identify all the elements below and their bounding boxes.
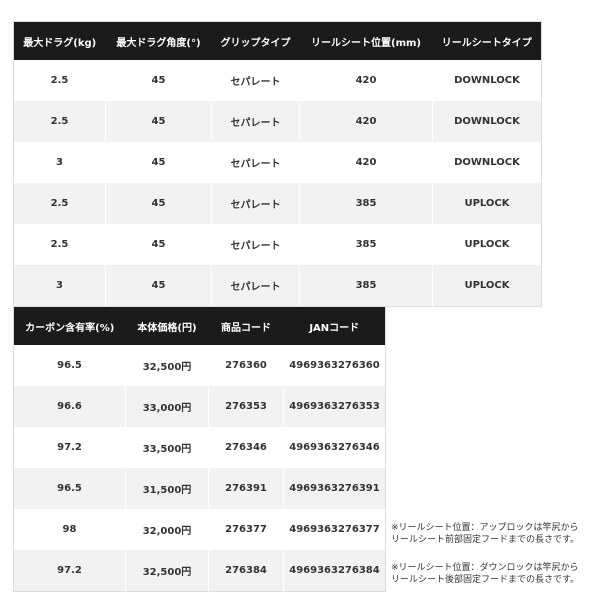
table-row: 2.5 45 セパレート 385 UPLOCK	[13, 183, 542, 224]
cell-reel-seat-type: DOWNLOCK	[432, 101, 542, 142]
cell-carbon-content: 98	[13, 509, 126, 550]
cell-max-drag-angle: 45	[105, 60, 212, 101]
cell-reel-seat-type: UPLOCK	[432, 265, 542, 307]
table-row: 96.5 32,500円 276360 4969363276360	[13, 345, 386, 386]
cell-max-drag-angle: 45	[105, 224, 212, 265]
table-row: 2.5 45 セパレート 420 DOWNLOCK	[13, 101, 542, 142]
cell-price: 32,500円	[125, 550, 209, 592]
cell-carbon-content: 96.5	[13, 468, 126, 509]
cell-reel-seat-type: UPLOCK	[432, 224, 542, 265]
cell-product-code: 276353	[208, 386, 284, 427]
table-row: 96.5 31,500円 276391 4969363276391	[13, 468, 386, 509]
cell-max-drag: 2.5	[13, 224, 106, 265]
cell-carbon-content: 96.6	[13, 386, 126, 427]
table-row: 97.2 33,500円 276346 4969363276346	[13, 427, 386, 468]
table-header-row: カーボン含有率(%) 本体価格(円) 商品コード JANコード	[13, 306, 386, 345]
header-max-drag: 最大ドラグ(kg)	[13, 21, 106, 60]
cell-product-code: 276377	[208, 509, 284, 550]
cell-product-code: 276346	[208, 427, 284, 468]
table-header-row: 最大ドラグ(kg) 最大ドラグ角度(°) グリップタイプ リールシート位置(mm…	[13, 21, 542, 60]
spec-table-price-codes: カーボン含有率(%) 本体価格(円) 商品コード JANコード 96.5 32,…	[13, 306, 386, 592]
cell-reel-seat-position: 385	[299, 265, 433, 307]
cell-grip-type: セパレート	[211, 224, 300, 265]
cell-grip-type: セパレート	[211, 265, 300, 307]
cell-max-drag: 3	[13, 142, 106, 183]
cell-price: 32,000円	[125, 509, 209, 550]
note-line: リールシート後部固定フードまでの長さです。	[391, 575, 580, 585]
cell-price: 33,000円	[125, 386, 209, 427]
cell-grip-type: セパレート	[211, 142, 300, 183]
spec-table-drag-reelseat: 最大ドラグ(kg) 最大ドラグ角度(°) グリップタイプ リールシート位置(mm…	[13, 21, 542, 307]
cell-reel-seat-position: 420	[299, 101, 433, 142]
note-line: ※リールシート位置：ダウンロックは竿尻から	[391, 563, 579, 573]
note-downlock-position: ※リールシート位置：ダウンロックは竿尻から リールシート後部固定フードまでの長さ…	[391, 562, 599, 586]
header-reel-seat-position: リールシート位置(mm)	[299, 21, 433, 60]
cell-grip-type: セパレート	[211, 101, 300, 142]
cell-max-drag-angle: 45	[105, 265, 212, 307]
cell-product-code: 276360	[208, 345, 284, 386]
cell-max-drag-angle: 45	[105, 183, 212, 224]
note-uplock-position: ※リールシート位置：アップロックは竿尻から リールシート前部固定フードまでの長さ…	[391, 522, 599, 546]
cell-reel-seat-position: 420	[299, 60, 433, 101]
header-carbon-content: カーボン含有率(%)	[13, 306, 126, 345]
table-row: 3 45 セパレート 420 DOWNLOCK	[13, 142, 542, 183]
table-row: 2.5 45 セパレート 385 UPLOCK	[13, 224, 542, 265]
table-row: 2.5 45 セパレート 420 DOWNLOCK	[13, 60, 542, 101]
cell-reel-seat-position: 420	[299, 142, 433, 183]
note-line: ※リールシート位置：アップロックは竿尻から	[391, 523, 579, 533]
cell-price: 32,500円	[125, 345, 209, 386]
cell-max-drag-angle: 45	[105, 142, 212, 183]
cell-reel-seat-type: DOWNLOCK	[432, 142, 542, 183]
header-price: 本体価格(円)	[125, 306, 209, 345]
header-product-code: 商品コード	[208, 306, 284, 345]
header-reel-seat-type: リールシートタイプ	[432, 21, 542, 60]
table-row: 97.2 32,500円 276384 4969363276384	[13, 550, 386, 592]
cell-jan-code: 4969363276360	[283, 345, 386, 386]
header-jan-code: JANコード	[283, 306, 386, 345]
cell-product-code: 276391	[208, 468, 284, 509]
cell-price: 31,500円	[125, 468, 209, 509]
cell-jan-code: 4969363276353	[283, 386, 386, 427]
header-grip-type: グリップタイプ	[211, 21, 300, 60]
cell-max-drag: 2.5	[13, 60, 106, 101]
cell-jan-code: 4969363276391	[283, 468, 386, 509]
cell-reel-seat-type: UPLOCK	[432, 183, 542, 224]
table-row: 96.6 33,000円 276353 4969363276353	[13, 386, 386, 427]
note-line: リールシート前部固定フードまでの長さです。	[391, 535, 580, 545]
cell-max-drag: 2.5	[13, 101, 106, 142]
cell-max-drag: 2.5	[13, 183, 106, 224]
cell-reel-seat-position: 385	[299, 183, 433, 224]
cell-carbon-content: 97.2	[13, 550, 126, 592]
cell-grip-type: セパレート	[211, 183, 300, 224]
cell-reel-seat-position: 385	[299, 224, 433, 265]
cell-jan-code: 4969363276384	[283, 550, 386, 592]
cell-carbon-content: 96.5	[13, 345, 126, 386]
cell-price: 33,500円	[125, 427, 209, 468]
table-row: 3 45 セパレート 385 UPLOCK	[13, 265, 542, 307]
cell-max-drag: 3	[13, 265, 106, 307]
cell-product-code: 276384	[208, 550, 284, 592]
cell-jan-code: 4969363276346	[283, 427, 386, 468]
cell-carbon-content: 97.2	[13, 427, 126, 468]
cell-jan-code: 4969363276377	[283, 509, 386, 550]
cell-grip-type: セパレート	[211, 60, 300, 101]
cell-reel-seat-type: DOWNLOCK	[432, 60, 542, 101]
table-row: 98 32,000円 276377 4969363276377	[13, 509, 386, 550]
header-max-drag-angle: 最大ドラグ角度(°)	[105, 21, 212, 60]
cell-max-drag-angle: 45	[105, 101, 212, 142]
